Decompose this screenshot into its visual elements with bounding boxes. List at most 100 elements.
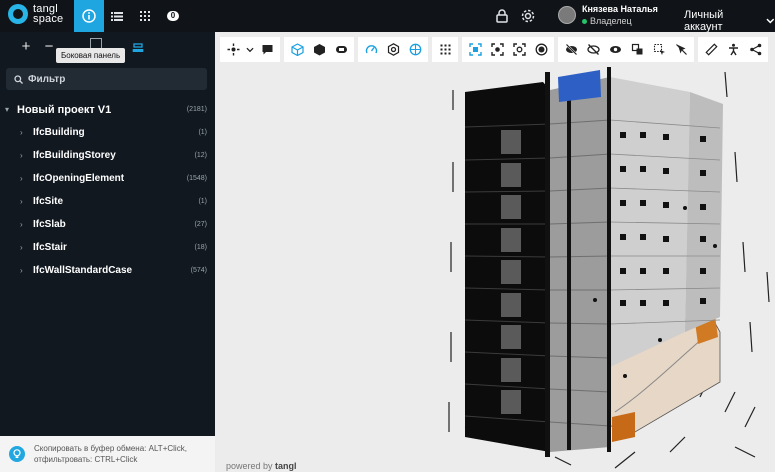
powered-brand: tangl bbox=[275, 461, 297, 471]
select-box-button[interactable] bbox=[649, 40, 669, 60]
perspective-button[interactable] bbox=[287, 40, 307, 60]
zoom-target-button[interactable] bbox=[509, 40, 529, 60]
tab-list[interactable] bbox=[102, 0, 132, 32]
cursor-off-icon bbox=[675, 44, 687, 55]
user-profile[interactable]: Князева Наталья Владелец bbox=[558, 4, 658, 26]
lock-icon[interactable] bbox=[494, 8, 510, 24]
model-tree: ▾ Новый проект V1 (2181) › IfcBuilding (… bbox=[0, 98, 215, 282]
grid-button[interactable] bbox=[435, 40, 455, 60]
search-icon bbox=[14, 74, 23, 84]
layers-icon[interactable] bbox=[131, 42, 145, 54]
orbit-dropdown-button[interactable] bbox=[245, 40, 255, 60]
filter-input[interactable] bbox=[28, 73, 198, 85]
list-icon bbox=[111, 12, 123, 21]
section-view-button[interactable] bbox=[331, 40, 351, 60]
expand-all-button[interactable]: + bbox=[19, 39, 33, 54]
user-role: Владелец bbox=[590, 16, 632, 26]
tab-grid[interactable] bbox=[130, 0, 160, 32]
gear-icon[interactable] bbox=[520, 8, 536, 24]
app-logo[interactable]: tangl space bbox=[8, 4, 64, 25]
building-3d-model[interactable] bbox=[215, 32, 775, 472]
tree-item-label: IfcSlab bbox=[33, 219, 66, 230]
avatar bbox=[558, 6, 576, 24]
tree-item[interactable]: › IfcBuilding (1) bbox=[0, 121, 215, 144]
comment-icon bbox=[262, 45, 272, 55]
walk-mode-button[interactable] bbox=[723, 40, 743, 60]
user-name: Князева Наталья bbox=[582, 4, 658, 14]
account-menu[interactable]: Личный аккаунт bbox=[684, 9, 775, 33]
chevron-right-icon[interactable]: › bbox=[20, 174, 23, 183]
toolbar-group-view bbox=[284, 37, 354, 62]
tree-item[interactable]: › IfcSite (1) bbox=[0, 190, 215, 213]
hide-button[interactable] bbox=[561, 40, 581, 60]
measure-button[interactable] bbox=[701, 40, 721, 60]
chevron-right-icon[interactable]: › bbox=[20, 243, 23, 252]
tab-badge[interactable]: 0 bbox=[158, 0, 188, 32]
chevron-right-icon[interactable]: › bbox=[20, 151, 23, 160]
lightbulb-icon bbox=[9, 446, 25, 462]
cube-icon bbox=[313, 44, 325, 56]
tree-root-item[interactable]: ▾ Новый проект V1 (2181) bbox=[0, 98, 215, 121]
tree-item[interactable]: › IfcOpeningElement (1548) bbox=[0, 167, 215, 190]
cube-outline-icon bbox=[290, 43, 304, 56]
tree-item-count: (1548) bbox=[186, 175, 207, 182]
tree-item-count: (27) bbox=[194, 221, 207, 228]
tree-item-label: IfcSite bbox=[33, 196, 64, 207]
orbit-icon bbox=[227, 43, 239, 56]
online-dot-icon bbox=[582, 18, 587, 24]
powered-prefix: powered by bbox=[226, 461, 273, 471]
tree-item-label: IfcStair bbox=[33, 242, 67, 253]
toolbar-group-settings bbox=[358, 37, 428, 62]
hide-others-button[interactable] bbox=[583, 40, 603, 60]
collapse-all-button[interactable]: − bbox=[42, 39, 56, 54]
grid-icon bbox=[140, 11, 150, 21]
chevron-down-icon bbox=[766, 18, 775, 24]
toolbar-group-fit bbox=[462, 37, 554, 62]
comment-button[interactable] bbox=[257, 40, 277, 60]
tree-item[interactable]: › IfcWallStandardCase (574) bbox=[0, 259, 215, 282]
view-settings-button[interactable] bbox=[383, 40, 403, 60]
isolate-button[interactable] bbox=[627, 40, 647, 60]
eye-slash-icon bbox=[586, 44, 600, 55]
solid-view-button[interactable] bbox=[309, 40, 329, 60]
fit-all-button[interactable] bbox=[465, 40, 485, 60]
sidebar-toolbar: + − Боковая панель bbox=[0, 32, 215, 64]
share-button[interactable] bbox=[745, 40, 765, 60]
unselect-button[interactable] bbox=[671, 40, 691, 60]
tab-info[interactable] bbox=[74, 0, 104, 32]
orbit-tool-button[interactable] bbox=[223, 40, 243, 60]
speed-button[interactable] bbox=[361, 40, 381, 60]
filter-box[interactable] bbox=[6, 68, 207, 90]
model-viewer[interactable]: powered by tangl bbox=[215, 32, 775, 472]
chevron-right-icon[interactable]: › bbox=[20, 266, 23, 275]
fit-icon bbox=[468, 43, 482, 56]
gauge-icon bbox=[365, 45, 377, 54]
select-icon bbox=[653, 43, 665, 55]
tree-item-count: (1) bbox=[198, 129, 207, 136]
fit-selection-button[interactable] bbox=[487, 40, 507, 60]
tree-item[interactable]: › IfcBuildingStorey (12) bbox=[0, 144, 215, 167]
eye-icon bbox=[609, 46, 621, 53]
ruler-icon bbox=[704, 43, 718, 56]
tree-item-label: IfcBuildingStorey bbox=[33, 150, 116, 161]
chevron-right-icon[interactable]: › bbox=[20, 128, 23, 137]
tree-item[interactable]: › IfcSlab (27) bbox=[0, 213, 215, 236]
section-icon bbox=[335, 46, 347, 53]
chevron-down-icon[interactable]: ▾ bbox=[5, 105, 9, 114]
hint-panel: Скопировать в буфер обмена: ALT+Click, о… bbox=[0, 436, 215, 472]
logo-line2: space bbox=[33, 13, 64, 25]
person-icon bbox=[728, 43, 738, 56]
chevron-right-icon[interactable]: › bbox=[20, 197, 23, 206]
show-all-button[interactable] bbox=[605, 40, 625, 60]
grid-icon bbox=[440, 44, 450, 55]
tree-item-count: (12) bbox=[194, 152, 207, 159]
record-button[interactable] bbox=[531, 40, 551, 60]
tree-item-count: (2181) bbox=[186, 106, 207, 113]
chevron-right-icon[interactable]: › bbox=[20, 220, 23, 229]
render-mode-button[interactable] bbox=[405, 40, 425, 60]
top-bar: tangl space 0 Князева Наталья Владелец Л… bbox=[0, 0, 775, 33]
focus-icon bbox=[490, 43, 504, 56]
toolbar-group-visibility bbox=[558, 37, 694, 62]
share-icon bbox=[749, 43, 761, 56]
tree-item[interactable]: › IfcStair (18) bbox=[0, 236, 215, 259]
